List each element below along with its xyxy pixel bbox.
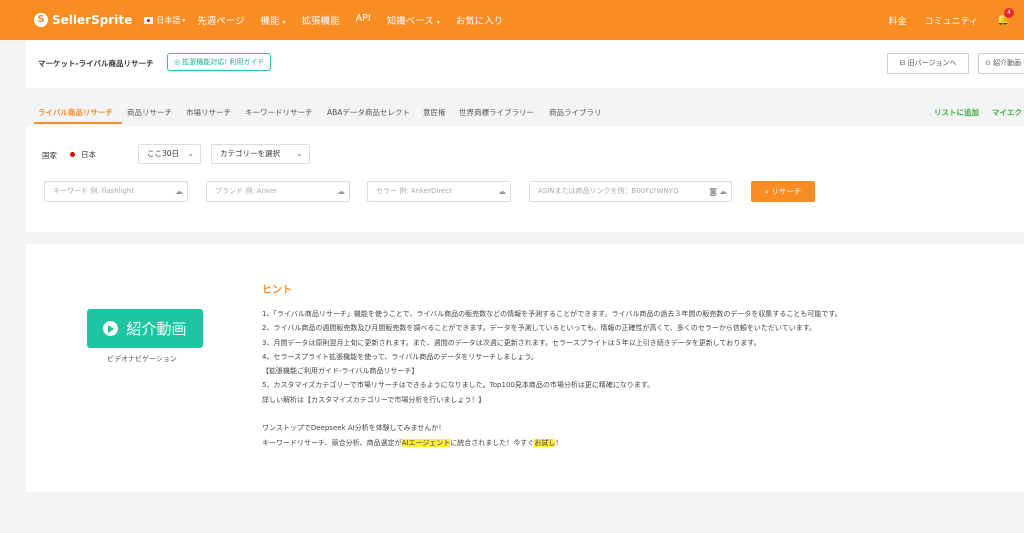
chevron-down-icon: ▾ xyxy=(182,16,186,24)
tab-product-library[interactable]: 商品ライブラリ xyxy=(549,107,602,118)
tab-bar: ライバル商品リサーチ 商品リサーチ 市場リサーチ キーワードリサーチ ABAデー… xyxy=(26,103,1024,125)
tab-product-research[interactable]: 商品リサーチ xyxy=(127,107,172,118)
site-label: 国家 xyxy=(42,151,57,160)
search-button[interactable]: ⌕ リサーチ xyxy=(751,181,815,202)
nav-item-community[interactable]: コミュニティ xyxy=(925,14,978,27)
main-nav: 先週ページ 機能 ▾ 拡張機能 API 知識ベース ▾ お気に入り xyxy=(197,13,519,27)
chevron-down-icon: ⌄ xyxy=(187,149,194,158)
language-label: 日本語 xyxy=(156,15,181,25)
japan-dot-icon xyxy=(70,151,75,157)
nav-item-pricing[interactable]: 料金 xyxy=(889,14,907,27)
tab-design-rights[interactable]: 意匠権 xyxy=(423,107,446,118)
period-value: ここ30日 xyxy=(147,149,180,158)
nav-item-features[interactable]: 機能 ▾ xyxy=(261,13,286,27)
video-caption: ビデオナビゲーション xyxy=(107,355,177,363)
tab-competitor-research[interactable]: ライバル商品リサーチ xyxy=(38,107,113,118)
keyword-input[interactable]: キーワード 例: flashlight ☁ xyxy=(44,181,188,202)
category-value: カテゴリーを選択 xyxy=(220,149,280,158)
intro-video-button-top[interactable]: ⊙ 紹介動画 xyxy=(978,53,1024,74)
nav-item-favorites[interactable]: お気に入り xyxy=(456,13,504,27)
page-header: マーケット-ライバル商品リサーチ ◎ 拡張機能対応! 利用ガイド ⊟ 旧バージョ… xyxy=(26,40,1024,88)
intro-video-button[interactable]: 紹介動画 xyxy=(87,309,203,348)
hint-title: ヒント xyxy=(262,285,292,296)
logo[interactable]: S SellerSprite xyxy=(34,13,132,27)
hint-line: 2、ライバル商品の週間販売数及び月間販売数を調べることができます。データを予測し… xyxy=(262,324,817,333)
play-icon xyxy=(103,321,119,336)
search-panel: 国家 日本 ⌄ ここ30日 ⌄ カテゴリーを選択 ⌄ キーワード 例: flas… xyxy=(26,126,1024,232)
tab-trademark-library[interactable]: 世界商標ライブラリー xyxy=(459,107,534,118)
hint-line: ワンストップでDeepseek AI分析を体験してみませんか！ xyxy=(262,424,446,433)
chevron-down-icon: ⌄ xyxy=(296,149,303,158)
top-navbar: S SellerSprite 日本語 ▾ 先週ページ 機能 ▾ 拡張機能 API… xyxy=(0,0,1024,40)
my-extension-link[interactable]: マイエク xyxy=(992,107,1022,118)
hint-line: 1、「ライバル商品リサーチ」機能を使うことで、ライバル商品の販売数などの情報を予… xyxy=(262,310,842,318)
custom-category-link[interactable]: 詳しい解析は【カスタマイズカテゴリーで市場分析を行いましょう！】 xyxy=(262,393,842,407)
japan-flag-icon xyxy=(144,16,154,24)
nav-item-knowledge[interactable]: 知識ベース ▾ xyxy=(387,13,440,27)
old-version-button[interactable]: ⊟ 旧バージョンへ xyxy=(887,53,969,74)
nav-item-last-week[interactable]: 先週ページ xyxy=(197,13,244,27)
category-select[interactable]: カテゴリーを選択 ⌄ xyxy=(211,144,310,164)
hint-line-ai: キーワードリサーチ、競合分析、商品選定がAIエージェントに統合されました！今すぐ… xyxy=(262,438,563,447)
extension-guide-link[interactable]: 【拡張機能ご利用ガイド-ライバル商品リサーチ】 xyxy=(262,364,842,378)
tab-keyword-research[interactable]: キーワードリサーチ xyxy=(245,107,313,118)
bell-icon[interactable]: 🔔 4 xyxy=(996,8,1014,27)
camera-icon[interactable]: ◙ xyxy=(709,182,717,201)
nav-item-api[interactable]: API xyxy=(356,13,371,27)
hint-line: 5、カスタマイズカテゴリーで市場リサーチはできるようになりました。Top100見… xyxy=(262,381,655,390)
notification-badge: 4 xyxy=(1004,8,1014,18)
add-to-list-link[interactable]: リストに追加 xyxy=(934,107,979,118)
asin-input[interactable]: ASINまたは商品リンクを例：B00FLYWNYQ ◙ ☁ xyxy=(529,181,732,202)
extension-guide-badge[interactable]: ◎ 拡張機能対応! 利用ガイド xyxy=(167,53,272,71)
try-now-link[interactable]: お試し xyxy=(534,438,556,447)
brand-input[interactable]: ブランド 例: Anker ☁ xyxy=(206,181,350,202)
cloud-upload-icon[interactable]: ☁ xyxy=(337,182,345,201)
page-title: マーケット-ライバル商品リサーチ xyxy=(38,59,154,68)
cloud-upload-icon[interactable]: ☁ xyxy=(719,182,727,201)
nav-item-extension[interactable]: 拡張機能 xyxy=(302,13,340,27)
hint-line: 4、セラースプライト拡張機能を使って、ライバル商品のデータをリサーチしましょう。 xyxy=(262,352,538,361)
logo-text: SellerSprite xyxy=(52,13,133,27)
hint-panel: 紹介動画 ビデオナビゲーション ヒント 1、「ライバル商品リサーチ」機能を使うこ… xyxy=(26,244,1024,492)
tab-aba-select[interactable]: ABAデータ商品セレクト xyxy=(327,107,410,118)
nav-right: 料金 コミュニティ 🔔 4 xyxy=(889,0,1024,40)
cloud-upload-icon[interactable]: ☁ xyxy=(498,182,506,201)
cloud-upload-icon[interactable]: ☁ xyxy=(175,182,183,201)
language-selector[interactable]: 日本語 ▾ xyxy=(144,15,185,26)
search-icon: ⌕ xyxy=(764,187,769,196)
sellersprite-logo-icon: S xyxy=(34,13,48,27)
tab-market-research[interactable]: 市場リサーチ xyxy=(186,107,231,118)
hint-text: 1、「ライバル商品リサーチ」機能を使うことで、ライバル商品の販売数などの情報を予… xyxy=(262,307,842,450)
hint-line: 3、月間データは原則翌月上旬に更新されます。また、週間のデータは次週に更新されま… xyxy=(262,338,761,347)
ai-agent-link[interactable]: AIエージェント xyxy=(401,438,451,447)
site-value: 日本 xyxy=(81,149,96,159)
period-select[interactable]: ここ30日 ⌄ xyxy=(138,144,201,164)
hint-spacer xyxy=(262,407,842,421)
seller-input[interactable]: セラー 例: AnkerDirect ☁ xyxy=(367,181,511,202)
active-tab-underline xyxy=(34,122,122,124)
